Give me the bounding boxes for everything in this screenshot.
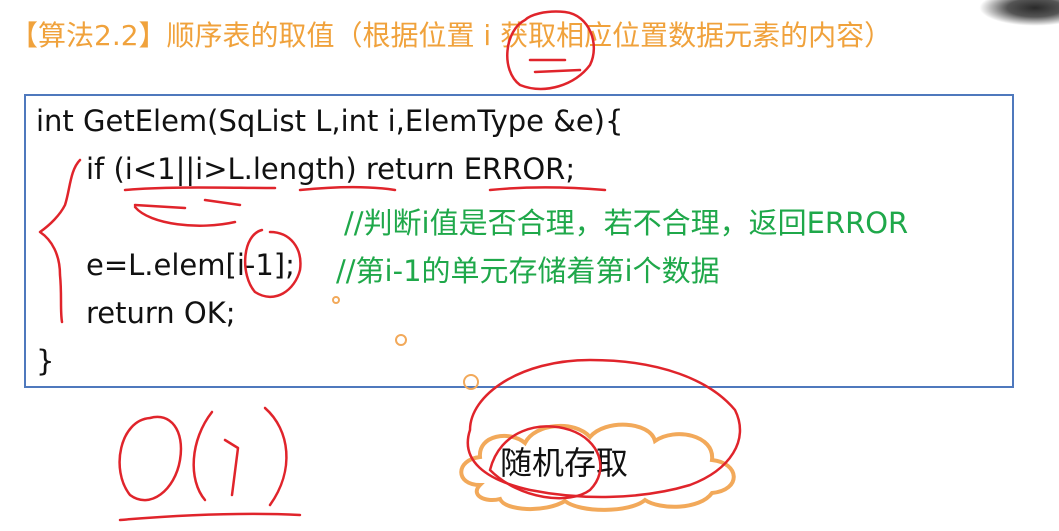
code-line-closing-brace: } bbox=[36, 344, 55, 378]
cloud-label: 随机存取 bbox=[500, 444, 629, 482]
code-line-return-ok: return OK; bbox=[86, 296, 236, 330]
code-line-function-signature: int GetElem(SqList L,int i,ElemType &e){ bbox=[36, 104, 624, 138]
ink-underline-big-o bbox=[118, 512, 302, 522]
ink-paren-open bbox=[192, 410, 214, 502]
code-comment-validity: //判断i值是否合理，若不合理，返回ERROR bbox=[344, 206, 909, 240]
code-line-assign: e=L.elem[i-1]; bbox=[86, 248, 295, 282]
presenter-video-thumbnail bbox=[979, 0, 1059, 26]
code-block: int GetElem(SqList L,int i,ElemType &e){… bbox=[24, 94, 1014, 388]
slide-title: 【算法2.2】顺序表的取值（根据位置 i 获取相应位置数据元素的内容） bbox=[10, 19, 893, 52]
ink-digit-one bbox=[223, 438, 240, 497]
code-line-if-check: if (i<1||i>L.length) return ERROR; bbox=[86, 152, 576, 186]
ink-underline-title-i bbox=[528, 58, 582, 74]
code-comment-index: //第i-1的单元存储着第i个数据 bbox=[336, 254, 720, 288]
ink-paren-close bbox=[263, 406, 288, 507]
ink-letter-o bbox=[118, 415, 183, 502]
